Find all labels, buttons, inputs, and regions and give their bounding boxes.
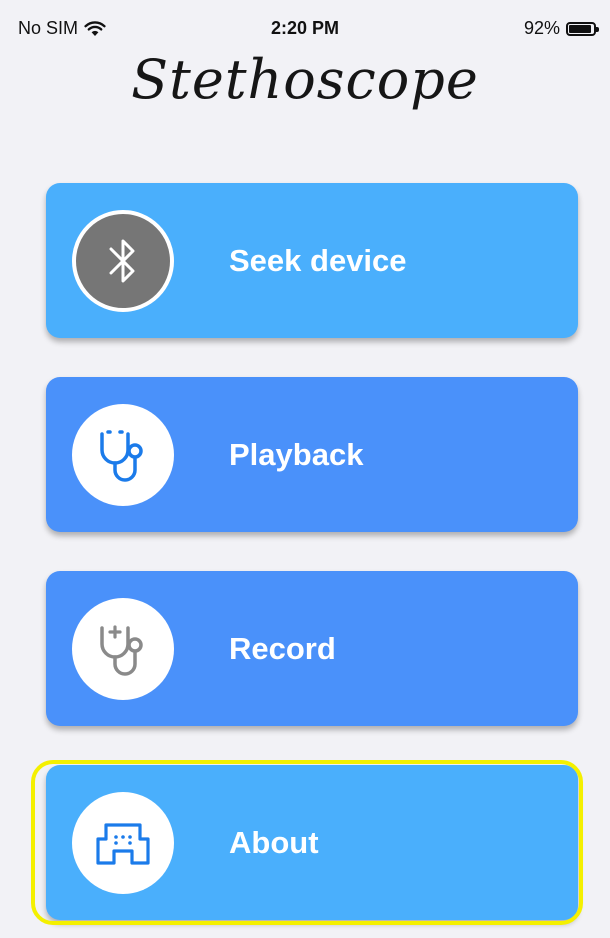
about-button[interactable]: About (46, 765, 578, 920)
stethoscope-plus-icon (100, 625, 143, 676)
seek-device-button[interactable]: Seek device (46, 183, 578, 338)
battery-icon (566, 21, 599, 36)
about-icon-circle (72, 792, 174, 894)
status-bar: No SIM 2:20 PM 92% (0, 0, 610, 48)
status-time: 2:20 PM (270, 18, 340, 38)
battery-cap (596, 26, 599, 32)
playback-icon-circle (72, 404, 174, 506)
playback-label: Playback (229, 436, 364, 472)
bluetooth-icon (109, 239, 135, 283)
record-label: Record (229, 630, 336, 666)
record-icon-circle (72, 598, 174, 700)
battery-percent: 92% (523, 18, 560, 38)
stethoscope-icon (100, 430, 143, 482)
about-label: About (229, 824, 319, 860)
battery-level (569, 24, 591, 33)
playback-button[interactable]: Playback (46, 377, 578, 532)
app-title: Stethoscope (131, 48, 479, 111)
status-right: 92% (523, 18, 599, 39)
seek-device-label: Seek device (229, 242, 407, 278)
record-button[interactable]: Record (46, 571, 578, 726)
app-screen: No SIM 2:20 PM 92% Stethoscope Seek devi… (0, 0, 610, 938)
bluetooth-icon-circle (72, 210, 174, 312)
building-icon (96, 823, 150, 865)
